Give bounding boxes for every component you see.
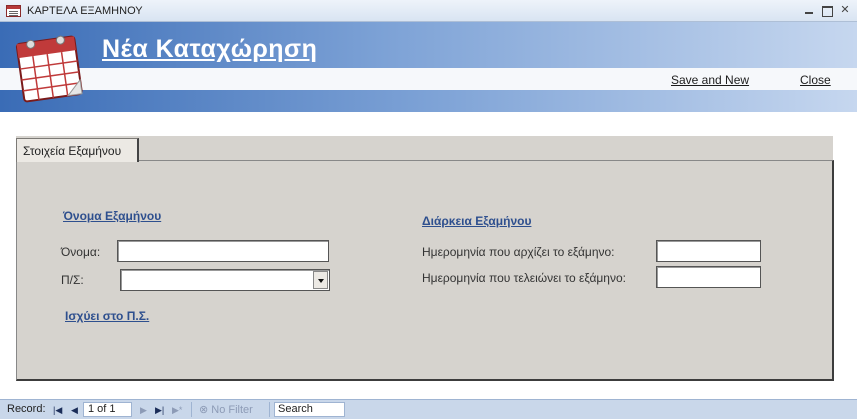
semester-name-heading: Όνομα Εξαμήνου: [63, 209, 162, 223]
end-date-label: Ημερομηνία που τελειώνει το εξάμηνο:: [422, 271, 626, 285]
close-button[interactable]: Close: [800, 73, 831, 87]
current-record-field[interactable]: 1 of 1: [83, 402, 132, 417]
start-date-label: Ημερομηνία που αρχίζει το εξάμηνο:: [422, 245, 615, 259]
last-record-icon[interactable]: ▶|: [155, 404, 164, 416]
minimize-icon[interactable]: [803, 4, 815, 16]
form-title: Νέα Καταχώρηση: [102, 35, 318, 63]
end-date-field[interactable]: [656, 266, 761, 288]
applies-in-program-link[interactable]: Ισχύει στο Π.Σ.: [65, 309, 149, 323]
next-record-icon[interactable]: ▶: [140, 404, 147, 416]
calendar-icon: [12, 30, 86, 104]
program-label: Π/Σ:: [61, 273, 84, 287]
start-date-field[interactable]: [656, 240, 761, 262]
tab-semester-details[interactable]: Στοιχεία Εξαμήνου: [16, 138, 139, 162]
record-label: Record:: [7, 403, 46, 415]
name-label: Όνομα:: [61, 245, 101, 259]
previous-record-icon[interactable]: ◀: [71, 404, 78, 416]
chevron-down-icon[interactable]: [313, 271, 328, 289]
record-navigation-bar: Record: |◀ ◀ 1 of 1 ▶ ▶| ▶* ⊗ No Filter …: [0, 399, 857, 419]
form-header: Νέα Καταχώρηση Save and New Close: [0, 22, 857, 112]
filter-icon: ⊗: [199, 404, 212, 416]
tab-panel: Όνομα Εξαμήνου Όνομα: Π/Σ: Ισχύει στο Π.…: [16, 160, 834, 381]
name-field[interactable]: [117, 240, 329, 262]
search-input[interactable]: Search: [274, 402, 345, 417]
save-and-new-button[interactable]: Save and New: [671, 73, 749, 87]
close-icon[interactable]: ✕: [839, 4, 851, 16]
maximize-icon[interactable]: [821, 4, 833, 17]
new-record-icon[interactable]: ▶*: [172, 404, 182, 416]
window-title: ΚΑΡΤΕΛΑ ΕΞΑΜΗΝΟΥ: [27, 5, 143, 17]
window-title-bar: ΚΑΡΤΕΛΑ ΕΞΑΜΗΝΟΥ ✕: [0, 0, 857, 22]
form-icon: [6, 5, 21, 17]
no-filter-button[interactable]: ⊗ No Filter: [199, 403, 253, 416]
first-record-icon[interactable]: |◀: [53, 404, 62, 416]
program-combobox[interactable]: [120, 269, 330, 291]
duration-heading: Διάρκεια Εξαμήνου: [422, 214, 532, 228]
